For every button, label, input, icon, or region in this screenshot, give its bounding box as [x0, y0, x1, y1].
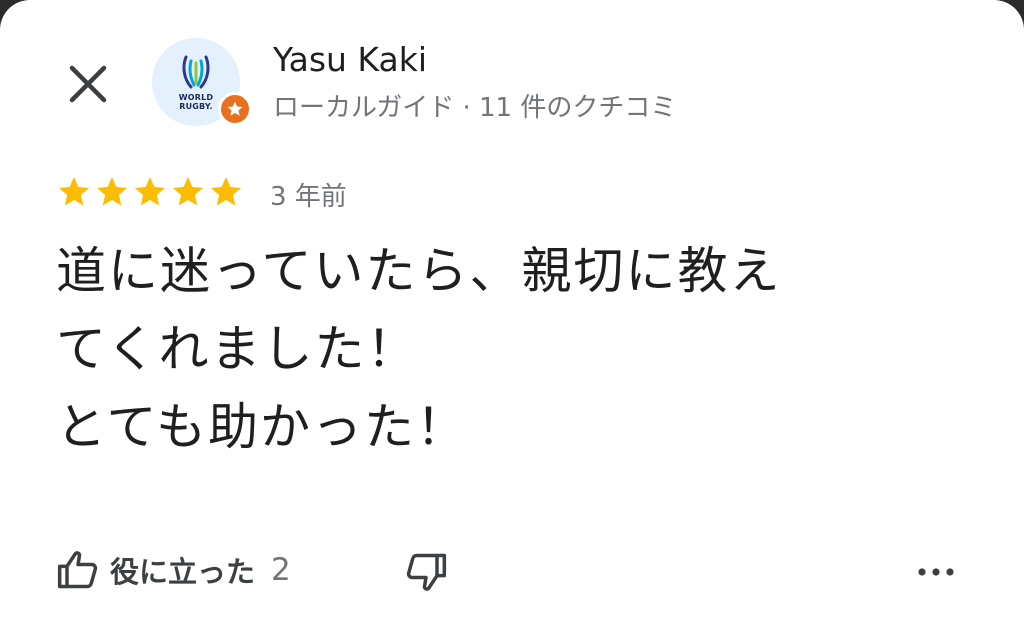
helpful-label: 役に立った [110, 555, 256, 589]
review-text: 道に迷っていたら、親切に教え てくれました！ とても助かった！ [56, 232, 986, 466]
review-time: 3 年前 [270, 182, 347, 212]
close-button[interactable] [56, 52, 120, 116]
thumbs-up-icon [57, 551, 98, 589]
review-text-line: 道に迷っていたら、親切に教え [56, 242, 782, 300]
star-icon [135, 177, 165, 206]
review-card: WORLD RUGBY. Yasu Kaki ローカルガイド · 11 件のクチ… [0, 0, 1024, 620]
reviewer-meta: ローカルガイド · 11 件のクチコミ [273, 93, 677, 123]
helpful-count: 2 [271, 552, 291, 588]
review-text-line: てくれました！ [56, 320, 419, 378]
more-horizontal-icon [918, 568, 954, 576]
star-icon [59, 177, 89, 206]
more-options-button[interactable] [910, 546, 962, 598]
star-icon [227, 101, 243, 116]
star-rating [56, 174, 244, 210]
reviewer-name[interactable]: Yasu Kaki [273, 40, 427, 79]
star-icon [211, 177, 241, 206]
star-icon [97, 177, 127, 206]
star-icon [173, 177, 203, 206]
not-helpful-button[interactable] [400, 546, 452, 598]
local-guide-badge [218, 92, 252, 126]
thumbs-down-icon [406, 553, 447, 591]
avatar-logo-text: WORLD RUGBY. [178, 93, 214, 111]
close-icon [69, 65, 107, 103]
world-rugby-logo-icon [182, 55, 210, 89]
review-text-line: とても助かった！ [56, 398, 468, 456]
helpful-button[interactable]: 役に立った 2 [56, 544, 291, 596]
